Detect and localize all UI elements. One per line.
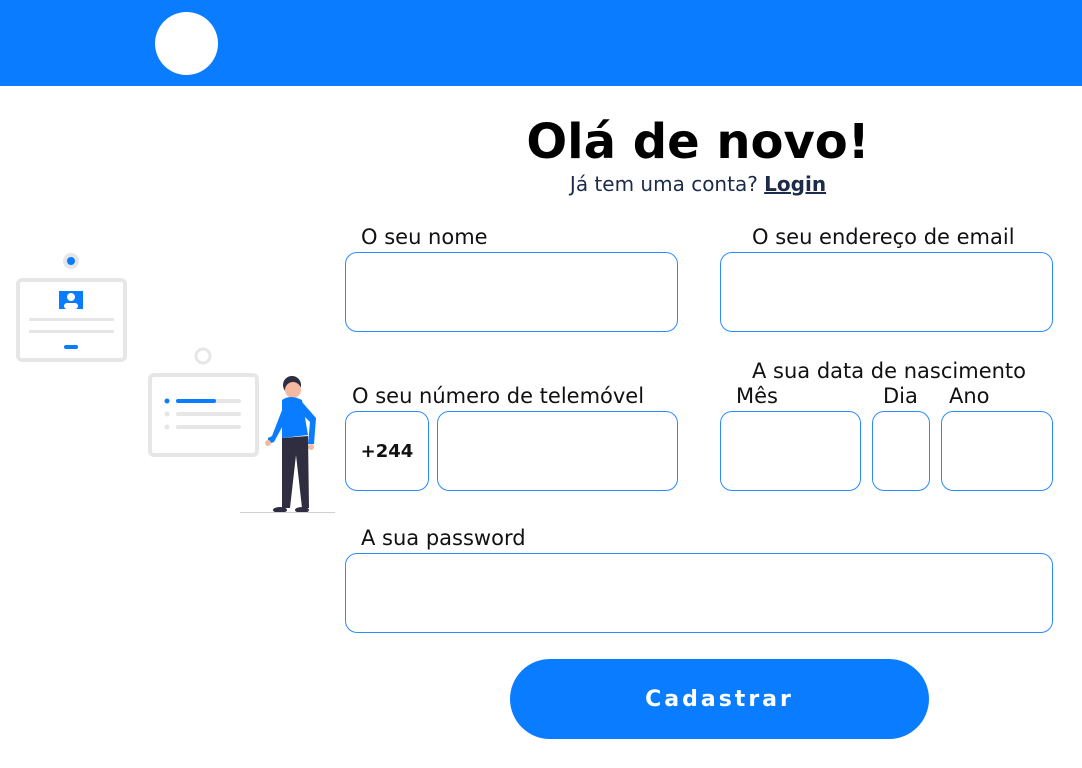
login-link[interactable]: Login: [764, 172, 826, 196]
person-figure: [265, 376, 316, 513]
phone-input[interactable]: [438, 412, 677, 490]
login-prompt: Já tem uma conta? Login: [348, 172, 1048, 196]
birthdate-label: A sua data de nascimento: [752, 359, 1027, 383]
email-label: O seu endereço de email: [752, 225, 1015, 249]
password-input[interactable]: [346, 554, 1052, 632]
day-label: Dia: [883, 384, 918, 408]
month-input[interactable]: [721, 412, 860, 490]
month-field[interactable]: [720, 411, 861, 491]
year-field[interactable]: [941, 411, 1053, 491]
registration-illustration: [16, 253, 335, 513]
year-input[interactable]: [942, 412, 1052, 490]
year-label: Ano: [949, 384, 990, 408]
phone-field[interactable]: [437, 411, 678, 491]
day-input[interactable]: [873, 412, 929, 490]
month-label: Mês: [736, 384, 778, 408]
page-title: Olá de novo!: [526, 114, 870, 170]
logo-circle[interactable]: [155, 12, 218, 75]
login-prompt-text: Já tem uma conta?: [569, 172, 758, 196]
email-field[interactable]: [720, 252, 1053, 332]
top-bar: [0, 0, 1082, 86]
phone-prefix[interactable]: +244: [345, 411, 429, 491]
password-field[interactable]: [345, 553, 1053, 633]
register-button[interactable]: Cadastrar: [510, 659, 929, 739]
name-input[interactable]: [346, 253, 677, 331]
email-input[interactable]: [721, 253, 1052, 331]
name-field[interactable]: [345, 252, 678, 332]
day-field[interactable]: [872, 411, 930, 491]
password-label: A sua password: [361, 526, 526, 550]
name-label: O seu nome: [361, 225, 488, 249]
phone-label: O seu número de telemóvel: [352, 384, 645, 408]
